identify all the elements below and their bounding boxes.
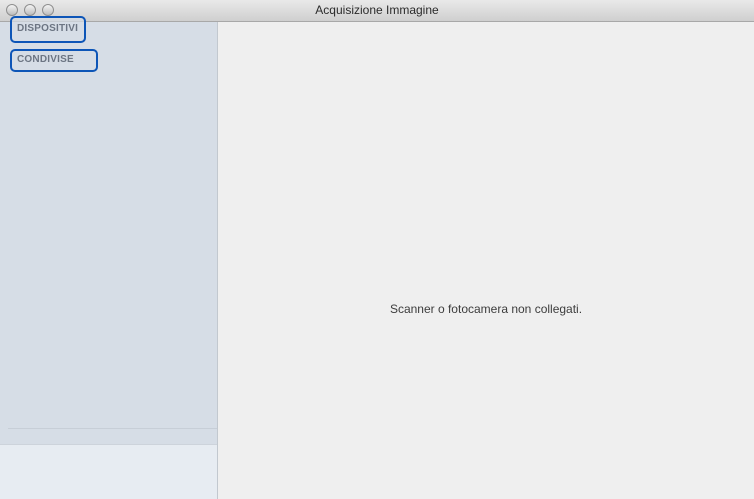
no-device-message: Scanner o fotocamera non collegati. (389, 302, 583, 316)
sidebar-footer (0, 444, 217, 499)
sidebar-section-devices[interactable]: DISPOSITIVI (10, 16, 86, 43)
main-content-area: Scanner o fotocamera non collegati. (218, 22, 754, 499)
sidebar-divider (8, 428, 217, 429)
title-bar[interactable]: Acquisizione Immagine (0, 0, 754, 22)
source-sidebar: DISPOSITIVI CONDIVISE (0, 16, 218, 499)
image-capture-window: Acquisizione Immagine DISPOSITIVI CONDIV… (0, 0, 754, 499)
sidebar-section-shared[interactable]: CONDIVISE (10, 49, 98, 72)
window-title: Acquisizione Immagine (315, 3, 439, 17)
